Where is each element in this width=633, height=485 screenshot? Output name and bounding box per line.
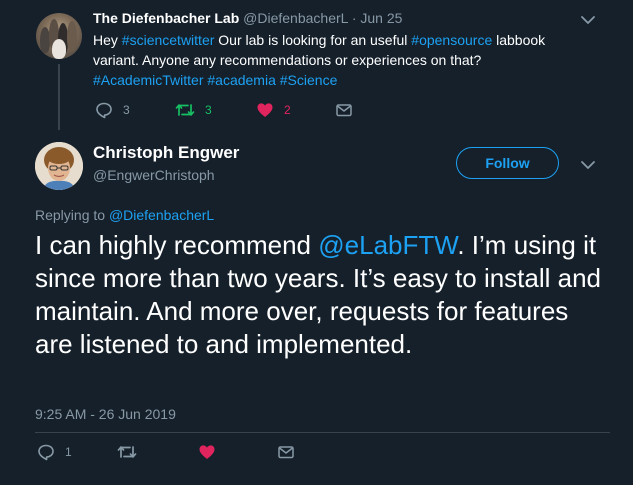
parent-text-segment: Our lab is looking for an useful	[214, 32, 412, 48]
main-message-action[interactable]	[277, 444, 295, 460]
replying-prefix: Replying to	[35, 207, 109, 223]
main-tweet-text: I can highly recommend @eLabFTW. I’m usi…	[35, 229, 605, 361]
main-reply-action[interactable]: 1	[37, 443, 72, 461]
message-icon	[335, 102, 353, 118]
hashtag-opensource[interactable]: #opensource	[411, 32, 492, 48]
parent-date[interactable]: Jun 25	[360, 10, 402, 26]
parent-message-action[interactable]	[335, 102, 353, 118]
hashtag-academictwitter[interactable]: #AcademicTwitter	[93, 72, 203, 88]
parent-tweet-text: Hey #sciencetwitter Our lab is looking f…	[93, 30, 583, 90]
message-icon	[277, 444, 295, 460]
parent-separator: ·	[351, 10, 357, 26]
parent-tweet-header: The Diefenbacher Lab @DiefenbacherL · Ju…	[93, 10, 402, 26]
replying-to-line: Replying to @DiefenbacherL	[35, 207, 214, 223]
main-tweet-timestamp[interactable]: 9:25 AM - 26 Jun 2019	[35, 406, 176, 422]
main-retweet-action[interactable]	[117, 443, 137, 461]
parent-text-segment: Hey	[93, 32, 122, 48]
parent-author-handle[interactable]: @DiefenbacherL	[243, 10, 348, 26]
parent-author-name[interactable]: The Diefenbacher Lab	[93, 10, 239, 26]
parent-reply-count: 3	[123, 103, 130, 117]
replying-to-mention[interactable]: @DiefenbacherL	[109, 207, 214, 223]
parent-like-count: 2	[284, 103, 291, 117]
avatar-diefenbacher-lab[interactable]	[36, 13, 82, 59]
parent-retweet-action[interactable]: 3	[175, 101, 212, 119]
main-like-action[interactable]	[198, 443, 216, 461]
thread-connector-line	[58, 64, 60, 130]
retweet-icon	[175, 101, 195, 119]
hashtag-academia[interactable]: #academia	[207, 72, 276, 88]
hashtag-sciencetwitter[interactable]: #sciencetwitter	[122, 32, 215, 48]
parent-like-action[interactable]: 2	[256, 101, 291, 119]
chevron-down-icon[interactable]	[578, 155, 598, 175]
main-text-segment: I can highly recommend	[35, 230, 319, 260]
hashtag-science[interactable]: #Science	[280, 72, 338, 88]
mention-elabftw[interactable]: @eLabFTW	[318, 230, 457, 260]
parent-reply-action[interactable]: 3	[95, 101, 130, 119]
main-reply-count: 1	[65, 445, 72, 459]
parent-retweet-count: 3	[205, 103, 212, 117]
divider	[35, 432, 610, 433]
reply-icon	[95, 101, 113, 119]
reply-icon	[37, 443, 55, 461]
main-author-name[interactable]: Christoph Engwer	[93, 143, 239, 163]
main-author-handle[interactable]: @EngwerChristoph	[93, 167, 215, 183]
chevron-down-icon[interactable]	[578, 10, 598, 30]
like-icon	[256, 101, 274, 119]
follow-button[interactable]: Follow	[456, 147, 559, 179]
retweet-icon	[117, 443, 137, 461]
like-icon	[198, 443, 216, 461]
avatar-christoph-engwer[interactable]	[35, 142, 83, 190]
